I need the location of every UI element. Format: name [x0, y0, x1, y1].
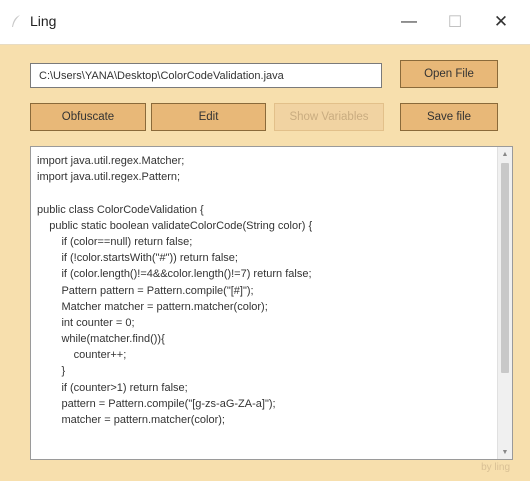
credit-text: by ling	[481, 462, 510, 473]
feather-icon	[10, 14, 22, 28]
window-title: Ling	[30, 13, 57, 29]
app-window: Ling — ☐ ✕ Open File Obfuscate Edit Show…	[0, 0, 530, 481]
edit-button[interactable]: Edit	[151, 103, 266, 131]
file-path-input[interactable]	[30, 63, 382, 88]
code-line: public static boolean validateColorCode(…	[37, 219, 313, 232]
code-line: public class ColorCodeValidation {	[37, 203, 204, 216]
scroll-down-arrow-icon[interactable]: ▼	[498, 445, 512, 459]
code-text: import java.util.regex.Matcher; import ja…	[37, 153, 492, 428]
code-line: if (!color.startsWith("#")) return false…	[37, 252, 238, 265]
code-line: import java.util.regex.Pattern;	[37, 171, 181, 184]
code-line: if (counter>1) return false;	[37, 381, 188, 394]
maximize-button[interactable]: ☐	[432, 0, 478, 44]
minimize-icon: —	[401, 13, 417, 30]
code-line: Pattern pattern = Pattern.compile("[#]")…	[37, 284, 254, 297]
code-line: while(matcher.find()){	[37, 333, 165, 346]
close-button[interactable]: ✕	[478, 0, 524, 44]
code-line: int counter = 0;	[37, 316, 135, 329]
code-line: if (color==null) return false;	[37, 235, 193, 248]
code-editor[interactable]: import java.util.regex.Matcher; import ja…	[30, 146, 513, 460]
code-line: import java.util.regex.Matcher;	[37, 155, 185, 167]
code-line: counter++;	[37, 349, 127, 362]
scroll-up-arrow-icon[interactable]: ▲	[498, 147, 512, 161]
vertical-scrollbar[interactable]: ▲ ▼	[497, 147, 512, 459]
open-file-button[interactable]: Open File	[400, 60, 498, 88]
code-line: matcher = pattern.matcher(color);	[37, 414, 225, 426]
close-icon: ✕	[493, 12, 509, 31]
scroll-thumb[interactable]	[501, 163, 509, 373]
code-line: if (color.length()!=4&&color.length()!=7…	[37, 268, 312, 281]
title-bar: Ling — ☐ ✕	[0, 0, 530, 45]
code-line: pattern = Pattern.compile("[g-zs-aG-ZA-a…	[37, 397, 276, 410]
code-line: }	[37, 365, 66, 378]
obfuscate-button[interactable]: Obfuscate	[30, 103, 146, 131]
save-file-button[interactable]: Save file	[400, 103, 498, 131]
code-line: Matcher matcher = pattern.matcher(color)…	[37, 300, 268, 313]
minimize-button[interactable]: —	[386, 0, 432, 44]
show-variables-button[interactable]: Show Variables	[274, 103, 384, 131]
maximize-icon: ☐	[447, 14, 463, 31]
